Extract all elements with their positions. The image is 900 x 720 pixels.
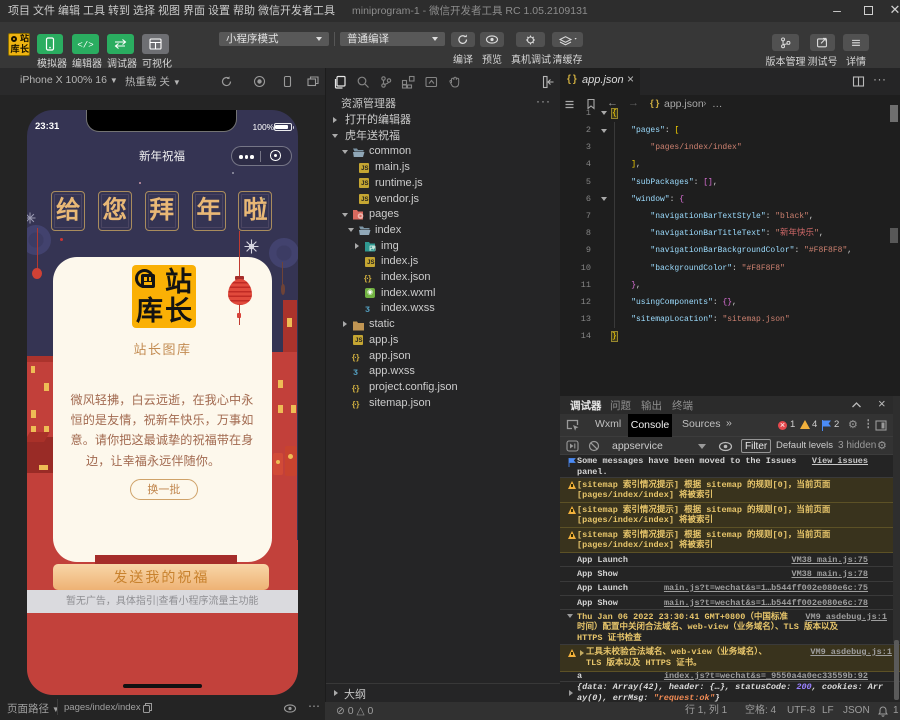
svg-text:</>: </> [77,41,93,51]
